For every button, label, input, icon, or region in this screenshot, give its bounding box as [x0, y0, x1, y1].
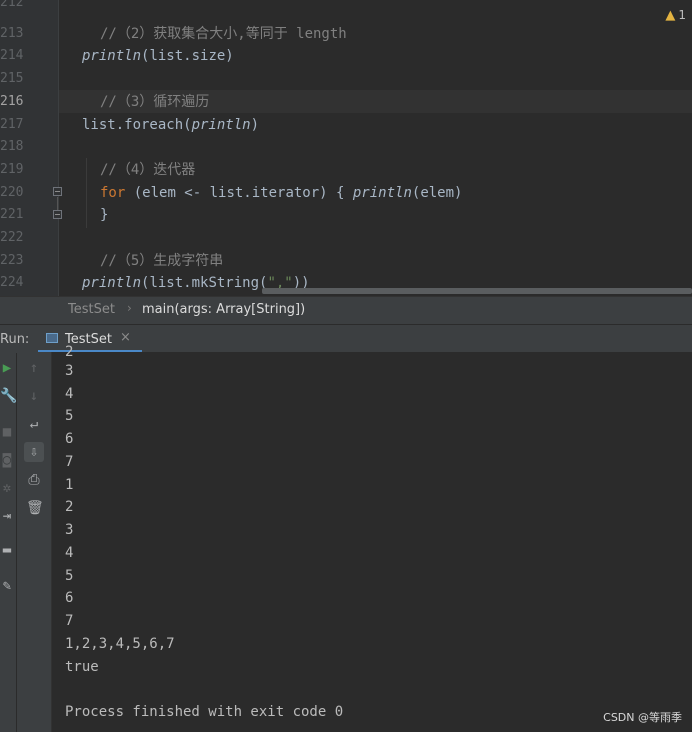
console-line: 4 [65, 545, 74, 561]
print-icon[interactable]: ⎙ [26, 472, 42, 488]
console-actions-strip: ↑ ↓ ↵ ⇩ ⎙ 🗑 [17, 352, 52, 732]
console-line: 5 [65, 408, 74, 424]
gear-icon[interactable]: ✲ [0, 480, 14, 496]
stop-icon[interactable]: ■ [0, 424, 14, 440]
console-line: 1 [65, 477, 74, 493]
code-text: ) [250, 117, 260, 133]
console-output[interactable]: 2 3 4 5 6 7 1 2 3 4 5 6 7 1,2,3,4,5,6,7 … [52, 344, 692, 732]
console-line: true [65, 659, 99, 675]
run-toolbar: Run: TestSet × [0, 324, 692, 353]
line-number-current: 216 [0, 94, 24, 109]
console-line: 3 [65, 363, 74, 379]
console-line: 4 [65, 386, 74, 402]
line-number: 223 [0, 253, 24, 268]
line-number: 214 [0, 48, 24, 63]
arrow-up-icon[interactable]: ↑ [26, 360, 42, 376]
scroll-to-end-icon[interactable]: ⇩ [24, 442, 44, 462]
code-editor[interactable]: 212 213 214 215 216 217 218 219 220 221 … [0, 0, 692, 296]
code-fn: println [352, 185, 412, 201]
console-exit-message: Process finished with exit code 0 [65, 704, 344, 720]
code-text: (list.mkString( [141, 275, 268, 291]
warning-count: 1 [678, 8, 686, 22]
line-number: 215 [0, 71, 24, 86]
code-line: for (elem <- list.iterator) { println(el… [100, 182, 462, 204]
console-line: 6 [65, 431, 74, 447]
play-icon[interactable]: ▶ [0, 360, 14, 376]
run-label: Run: [0, 332, 30, 347]
exit-icon[interactable]: ⇥ [0, 508, 14, 524]
console-line: 7 [65, 613, 74, 629]
arrow-down-icon[interactable]: ↓ [26, 388, 42, 404]
line-number: 217 [0, 117, 24, 132]
code-text: (list.size) [141, 48, 234, 64]
code-line: list.foreach(println) [82, 114, 259, 136]
code-fn: println [82, 48, 142, 64]
breadcrumb: TestSet › main(args: Array[String]) [0, 296, 692, 324]
code-keyword: for [100, 185, 126, 201]
code-line: println(list.size) [82, 45, 234, 67]
watermark: CSDN @等雨季 [603, 711, 682, 724]
code-comment: //（4）迭代器 [100, 162, 196, 178]
code-fn: println [82, 275, 142, 291]
indent-guide [86, 158, 87, 228]
soft-wrap-icon[interactable]: ↵ [26, 416, 42, 432]
wrench-icon[interactable]: 🔧 [0, 388, 17, 404]
run-actions-strip: ▶ 🔧 ■ ◙ ✲ ⇥ ▬ ✎ [0, 352, 17, 732]
layout-icon[interactable]: ▬ [0, 542, 14, 558]
console-line: 3 [65, 522, 74, 538]
breadcrumb-class[interactable]: TestSet [68, 302, 115, 317]
code-comment: //（5）生成字符串 [100, 253, 224, 269]
fold-marker-open[interactable] [53, 187, 62, 196]
console-line: 7 [65, 454, 74, 470]
line-number: 221 [0, 207, 24, 222]
breadcrumb-separator: › [127, 301, 132, 315]
console-line: 2 [65, 344, 74, 360]
line-number: 220 [0, 185, 24, 200]
console-line: 6 [65, 590, 74, 606]
run-config-icon [46, 333, 58, 343]
code-comment: //（3）循环遍历 [100, 94, 210, 110]
line-number: 219 [0, 162, 24, 177]
line-number: 224 [0, 275, 24, 290]
code-text: (elem <- list.iterator) { [125, 185, 353, 201]
code-text: (elem) [411, 185, 463, 201]
warning-icon: ▲ [665, 8, 676, 23]
code-brace: } [100, 207, 109, 223]
camera-icon[interactable]: ◙ [0, 452, 14, 468]
code-text: list.foreach( [82, 117, 192, 133]
line-number: 212 [0, 0, 24, 10]
fold-marker-close[interactable] [53, 210, 62, 219]
trash-icon[interactable]: 🗑 [26, 500, 44, 516]
horizontal-scrollbar[interactable] [262, 288, 692, 294]
console-line: 2 [65, 499, 74, 515]
console-line: 5 [65, 568, 74, 584]
warning-indicator[interactable]: ▲ 1 [665, 8, 686, 23]
pin-icon[interactable]: ✎ [0, 578, 14, 594]
line-number: 213 [0, 26, 24, 41]
tab-testset[interactable]: TestSet × [38, 325, 142, 353]
code-comment: //（2）获取集合大小,等同于 length [100, 26, 347, 42]
console-line: 1,2,3,4,5,6,7 [65, 636, 175, 652]
breadcrumb-method[interactable]: main(args: Array[String]) [142, 302, 305, 317]
line-number: 218 [0, 139, 24, 154]
close-icon[interactable]: × [120, 330, 131, 345]
line-number: 222 [0, 230, 24, 245]
code-fn: println [191, 117, 251, 133]
